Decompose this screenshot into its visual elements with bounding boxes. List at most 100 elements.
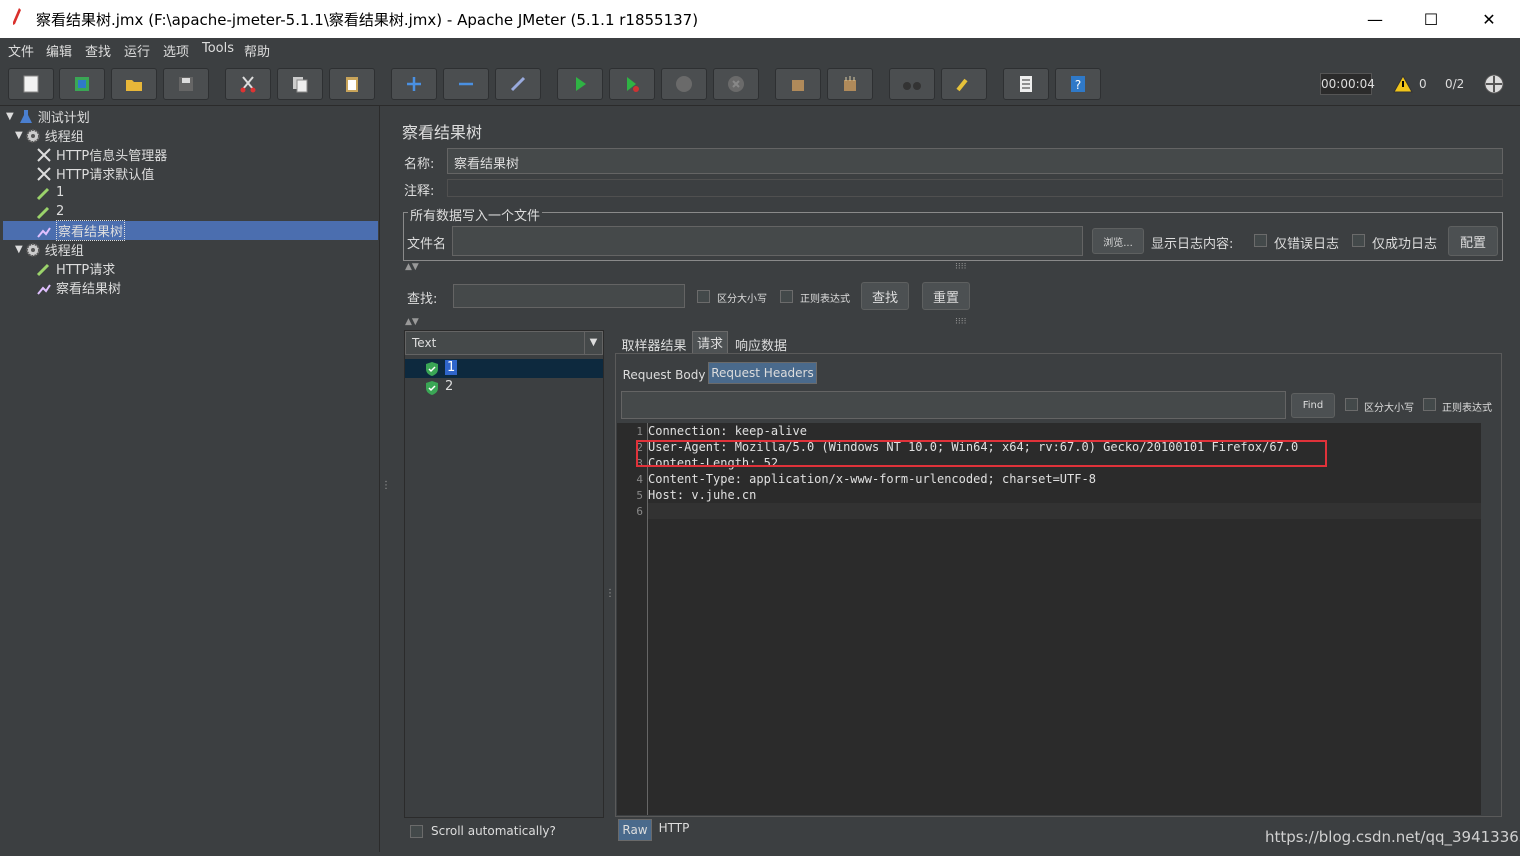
templates-button[interactable] bbox=[59, 68, 105, 100]
tree-node-thread-group-2[interactable]: ▼ 线程组 bbox=[15, 240, 84, 259]
pipette-icon bbox=[36, 263, 50, 276]
chart-icon bbox=[37, 283, 51, 295]
menu-tools[interactable]: Tools bbox=[202, 41, 234, 56]
case-sensitive-checkbox[interactable] bbox=[697, 290, 710, 303]
save-button[interactable] bbox=[163, 68, 209, 100]
search-button[interactable]: 查找 bbox=[861, 282, 909, 310]
tree-node-label: 2 bbox=[56, 204, 65, 219]
tab-request[interactable]: 请求 bbox=[692, 331, 728, 353]
tree-expand-icon[interactable]: ▼ bbox=[15, 244, 23, 255]
test-plan-tree: ▼ 测试计划 ▼ 线程组 HTTP信息头管理器 HTTP请求默认值 1 2 察看结果… bbox=[3, 106, 380, 852]
help-button[interactable]: ? bbox=[1055, 68, 1101, 100]
name-field[interactable]: 察看结果树 bbox=[447, 148, 1503, 174]
tree-node-thread-group-1[interactable]: ▼ 线程组 bbox=[15, 126, 84, 145]
menu-options[interactable]: 选项 bbox=[163, 41, 189, 60]
subtab-request-headers[interactable]: Request Headers bbox=[708, 362, 817, 384]
success-only-label: 仅成功日志 bbox=[1372, 237, 1438, 252]
tab-response-data[interactable]: 响应数据 bbox=[730, 333, 792, 355]
tree-node-request-defaults[interactable]: HTTP请求默认值 bbox=[36, 164, 154, 183]
scroll-auto-checkbox[interactable] bbox=[410, 825, 423, 838]
search-label: 查找: bbox=[407, 292, 438, 307]
close-button[interactable]: ✕ bbox=[1460, 0, 1518, 38]
cut-button[interactable] bbox=[225, 68, 271, 100]
tree-node-label: 线程组 bbox=[44, 130, 84, 145]
browse-button[interactable]: 浏览... bbox=[1092, 228, 1144, 254]
result-row-selected[interactable]: 1 bbox=[405, 359, 603, 378]
subtab-request-body[interactable]: Request Body bbox=[620, 364, 708, 386]
find-case-checkbox[interactable] bbox=[1345, 398, 1358, 411]
reset-button[interactable]: 重置 bbox=[922, 282, 970, 310]
tree-node-sampler-2[interactable]: 2 bbox=[36, 202, 64, 221]
paste-button[interactable] bbox=[329, 68, 375, 100]
comment-field[interactable] bbox=[447, 179, 1503, 197]
pipette-icon bbox=[36, 187, 50, 200]
tree-node-http-request[interactable]: HTTP请求 bbox=[36, 259, 115, 278]
stop-icon bbox=[676, 76, 692, 92]
minimize-button[interactable]: — bbox=[1346, 0, 1404, 38]
tree-expand-icon[interactable]: ▼ bbox=[15, 130, 23, 141]
tree-node-results-tree-2[interactable]: 察看结果树 bbox=[36, 278, 121, 297]
tab-raw[interactable]: Raw bbox=[618, 819, 652, 841]
menu-help[interactable]: 帮助 bbox=[244, 41, 270, 60]
maximize-button[interactable]: ☐ bbox=[1402, 0, 1460, 38]
copy-button[interactable] bbox=[277, 68, 323, 100]
binoculars-icon bbox=[903, 82, 921, 90]
vertical-scrollbar[interactable] bbox=[1481, 423, 1497, 815]
function-helper-button[interactable] bbox=[1003, 68, 1049, 100]
start-button[interactable] bbox=[557, 68, 603, 100]
errors-only-label: 仅错误日志 bbox=[1274, 237, 1340, 252]
start-no-pause-button[interactable] bbox=[609, 68, 655, 100]
menu-file[interactable]: 文件 bbox=[8, 41, 34, 60]
menu-search[interactable]: 查找 bbox=[85, 41, 111, 60]
current-line-highlight bbox=[648, 503, 1481, 519]
clear-button[interactable] bbox=[775, 68, 821, 100]
copy-icon bbox=[293, 77, 308, 93]
tree-node-label: HTTP请求 bbox=[56, 263, 116, 278]
stop-button[interactable] bbox=[661, 68, 707, 100]
search-button[interactable] bbox=[889, 68, 935, 100]
regex-checkbox[interactable] bbox=[780, 290, 793, 303]
divider-grip-icon[interactable]: ⁝⁝⁝⁝ bbox=[955, 262, 966, 272]
search-input[interactable] bbox=[453, 284, 685, 308]
dropdown-arrow-icon[interactable]: ▼ bbox=[584, 332, 602, 354]
menu-run[interactable]: 运行 bbox=[124, 41, 150, 60]
divider-grip-icon[interactable]: ⁝⁝⁝⁝ bbox=[955, 317, 966, 327]
expand-button[interactable] bbox=[391, 68, 437, 100]
open-button[interactable] bbox=[111, 68, 157, 100]
warning-icon[interactable] bbox=[1393, 75, 1413, 93]
new-button[interactable] bbox=[8, 68, 54, 100]
line-number: 1 bbox=[636, 425, 643, 438]
tree-node-header-manager[interactable]: HTTP信息头管理器 bbox=[36, 145, 167, 164]
tree-node-results-tree-selected[interactable]: 察看结果树 bbox=[3, 220, 378, 241]
renderer-select[interactable]: Text ▼ bbox=[405, 331, 603, 355]
configure-button[interactable]: 配置 bbox=[1448, 226, 1498, 256]
reset-search-button[interactable] bbox=[941, 68, 987, 100]
shutdown-button[interactable] bbox=[713, 68, 759, 100]
success-only-checkbox[interactable] bbox=[1352, 234, 1365, 247]
panel-title: 察看结果树 bbox=[402, 123, 483, 142]
clear-all-button[interactable] bbox=[827, 68, 873, 100]
find-regex-checkbox[interactable] bbox=[1423, 398, 1436, 411]
pipette-icon bbox=[36, 206, 50, 219]
toggle-button[interactable] bbox=[495, 68, 541, 100]
tab-sampler-result[interactable]: 取样器结果 bbox=[617, 333, 691, 355]
splitter-handle[interactable]: ⋮ bbox=[381, 480, 391, 491]
splitter-handle[interactable]: ⋮ bbox=[605, 588, 615, 599]
menu-edit[interactable]: 编辑 bbox=[46, 41, 72, 60]
filename-label: 文件名 bbox=[407, 237, 447, 252]
regex-label: 正则表达式 bbox=[800, 294, 850, 305]
tree-expand-icon[interactable]: ▼ bbox=[6, 111, 14, 122]
collapse-button[interactable] bbox=[443, 68, 489, 100]
tab-http[interactable]: HTTP bbox=[654, 817, 694, 839]
errors-only-checkbox[interactable] bbox=[1254, 234, 1267, 247]
find-input[interactable] bbox=[621, 391, 1286, 419]
request-headers-text[interactable]: 1 2 3 4 5 6 Connection: keep-alive User-… bbox=[617, 423, 1497, 815]
find-button[interactable]: Find bbox=[1291, 393, 1335, 418]
tree-node-sampler-1[interactable]: 1 bbox=[36, 183, 64, 202]
collapse-arrows-icon[interactable]: ▲▼ bbox=[405, 262, 419, 272]
tree-node-test-plan[interactable]: ▼ 测试计划 bbox=[6, 107, 90, 126]
filename-input[interactable] bbox=[452, 226, 1083, 256]
result-row[interactable]: 2 bbox=[405, 378, 603, 397]
gear-icon bbox=[25, 128, 40, 143]
collapse-arrows-icon[interactable]: ▲▼ bbox=[405, 317, 419, 327]
